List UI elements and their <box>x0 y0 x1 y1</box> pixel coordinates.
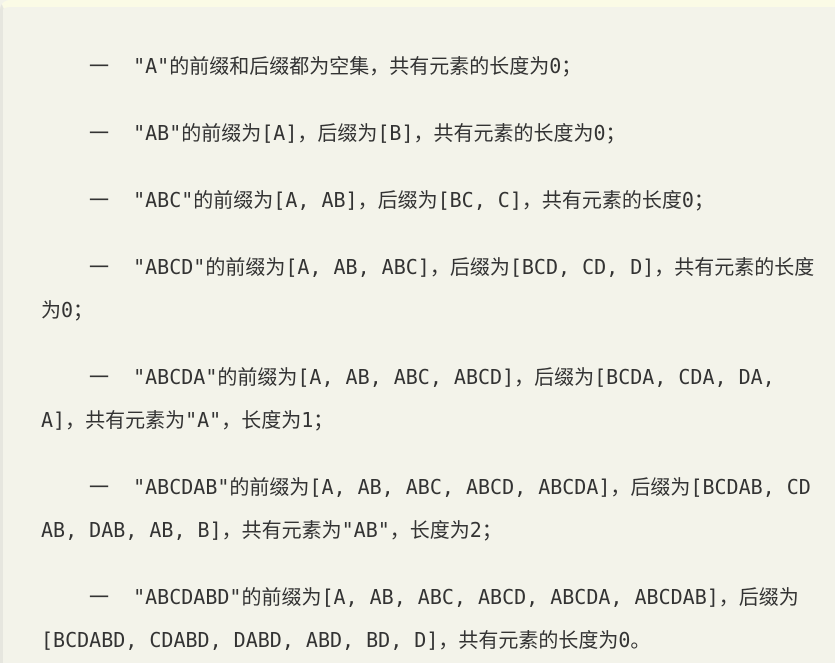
list-item-prefix-suffix-ab: 一 "AB"的前缀为[A]，后缀为[B]，共有元素的长度为0； <box>89 121 626 145</box>
list-item-prefix-suffix-a: 一 "A"的前缀和后缀都为空集，共有元素的长度为0； <box>89 54 582 78</box>
list-item-prefix-suffix-abcdab: 一 "ABCDAB"的前缀为[A, AB, ABC, ABCD, ABCDA]，… <box>41 475 811 542</box>
list-item-prefix-suffix-abcd: 一 "ABCD"的前缀为[A, AB, ABC]，后缀为[BCD, CD, D]… <box>41 255 815 322</box>
list-item-prefix-suffix-abcda: 一 "ABCDA"的前缀为[A, AB, ABC, ABCD]，后缀为[BCDA… <box>41 365 787 432</box>
list-item-prefix-suffix-abcdabd: 一 "ABCDABD"的前缀为[A, AB, ABC, ABCD, ABCDA,… <box>41 585 799 652</box>
list-item-prefix-suffix-abc: 一 "ABC"的前缀为[A, AB]，后缀为[BC, C]，共有元素的长度0； <box>89 188 714 212</box>
document-frame: 一 "A"的前缀和后缀都为空集，共有元素的长度为0； 一 "AB"的前缀为[A]… <box>0 0 835 663</box>
